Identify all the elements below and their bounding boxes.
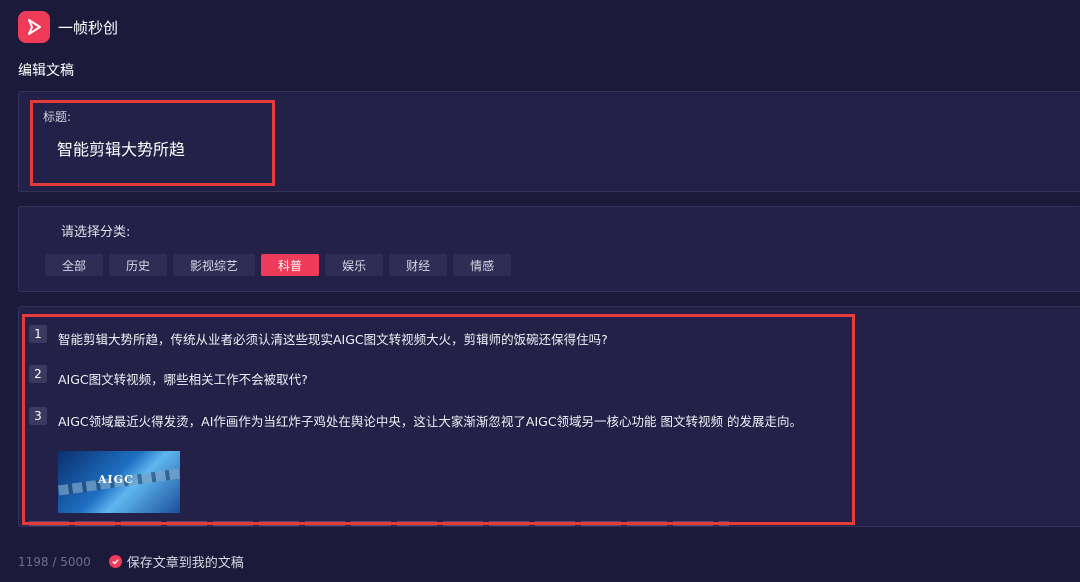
category-label: 请选择分类: (61, 225, 131, 240)
title-panel: 标题: 智能剪辑大势所趋 (18, 91, 1080, 192)
category-emotion-button[interactable]: 情感 (453, 254, 512, 276)
paragraph-text[interactable]: 智能剪辑大势所趋，传统从业者必须认清这些现实AIGC图文转视频大火，剪辑师的饭碗… (58, 329, 608, 348)
paragraph-text[interactable]: AIGC领域最近火得发烫，AI作画作为当红炸子鸡处在舆论中央，这让大家渐渐忽视了… (58, 411, 802, 430)
editor-footer: 1198 / 5000 保存文章到我的文稿 (18, 552, 244, 572)
category-science-button[interactable]: 科普 (261, 254, 320, 276)
paragraph-number: 3 (29, 407, 47, 425)
paragraph-number: 2 (29, 365, 47, 383)
category-finance-button[interactable]: 财经 (389, 254, 448, 276)
category-all-button[interactable]: 全部 (45, 254, 104, 276)
paragraph-text[interactable]: AIGC图文转视频，哪些相关工作不会被取代? (58, 369, 308, 388)
check-icon (108, 555, 122, 568)
category-film-variety-button[interactable]: 影视综艺 (173, 254, 256, 276)
category-history-button[interactable]: 历史 (109, 254, 168, 276)
save-label: 保存文章到我的文稿 (126, 556, 244, 571)
category-options: 全部 历史 影视综艺 科普 娱乐 财经 情感 (45, 254, 512, 276)
image-caption: AIGC (98, 473, 134, 486)
word-count: 1198 / 5000 (18, 554, 91, 569)
paragraph-item[interactable]: 3 AIGC领域最近火得发烫，AI作画作为当红炸子鸡处在舆论中央，这让大家渐渐忽… (29, 407, 802, 430)
app-header: 一帧秒创 (18, 10, 118, 44)
category-panel: 请选择分类: 全部 历史 影视综艺 科普 娱乐 财经 情感 (18, 206, 1080, 292)
paragraph-item[interactable]: 1 智能剪辑大势所趋，传统从业者必须认清这些现实AIGC图文转视频大火，剪辑师的… (29, 325, 608, 348)
paragraph-number: 1 (29, 325, 47, 343)
save-to-drafts-checkbox[interactable]: 保存文章到我的文稿 (108, 552, 244, 571)
content-editor[interactable]: 1 智能剪辑大势所趋，传统从业者必须认清这些现实AIGC图文转视频大火，剪辑师的… (18, 306, 1080, 527)
page-title: 编辑文稿 (18, 63, 74, 79)
category-entertainment-button[interactable]: 娱乐 (325, 254, 384, 276)
paragraph-item[interactable]: 2 AIGC图文转视频，哪些相关工作不会被取代? (29, 365, 308, 388)
title-label: 标题: (43, 110, 72, 124)
app-title: 一帧秒创 (58, 18, 119, 37)
title-input[interactable]: 智能剪辑大势所趋 (57, 136, 185, 160)
truncated-paragraph (29, 521, 729, 526)
app-logo-icon (18, 11, 50, 43)
article-image[interactable]: AIGC (58, 451, 180, 513)
